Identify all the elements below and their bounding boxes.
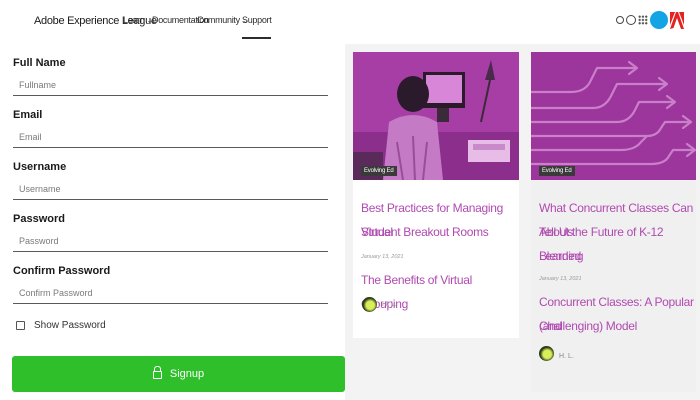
nav-item-support[interactable]: Support: [242, 15, 272, 39]
category-tag[interactable]: Evolving Ed: [539, 166, 575, 176]
globe-icon[interactable]: [626, 15, 636, 25]
nav-item-learn[interactable]: Learn ⌄: [123, 15, 153, 25]
user-avatar[interactable]: [650, 11, 668, 29]
show-password-checkbox[interactable]: [16, 321, 25, 330]
signup-button-label: Signup: [169, 368, 205, 380]
nav-item-community-label: Community: [197, 15, 240, 25]
arrows-illustration: [531, 52, 696, 180]
author-avatar: [362, 297, 377, 312]
full-name-label: Full Name: [13, 57, 66, 69]
article-title-line[interactable]: Learning: [539, 244, 584, 268]
article-date: January 13, 2021: [539, 276, 582, 282]
author-name: H. L.: [382, 301, 397, 308]
nav-item-learn-label: Learn: [123, 15, 145, 25]
author-avatar: [539, 346, 554, 361]
username-input[interactable]: [13, 178, 328, 200]
username-label: Username: [13, 161, 67, 173]
full-name-input[interactable]: [13, 74, 328, 96]
article-title-secondary[interactable]: The Benefits of Virtual Grouping: [361, 268, 519, 316]
lock-icon: [152, 366, 162, 379]
password-label: Password: [13, 213, 65, 225]
email-label: Email: [13, 109, 43, 121]
show-password-label[interactable]: Show Password: [34, 320, 106, 331]
article-title-line[interactable]: Student Breakout Rooms: [361, 220, 489, 244]
email-input[interactable]: [13, 126, 328, 148]
student-computer-illustration: [353, 52, 519, 180]
confirm-password-input[interactable]: [13, 282, 328, 304]
article-date: January 13, 2021: [361, 254, 404, 260]
top-nav: Adobe Experience League Learn ⌄ Documenta…: [0, 0, 700, 44]
author-name: H. L.: [559, 353, 574, 360]
article-image[interactable]: Evolving Ed: [531, 52, 696, 180]
search-icon[interactable]: [616, 16, 624, 24]
apps-grid-icon[interactable]: [638, 15, 648, 25]
article-card-1: Evolving Ed Best Practices for Managing …: [353, 52, 519, 338]
signup-button[interactable]: Signup: [12, 356, 345, 392]
article-title-secondary[interactable]: Challenging) Model: [539, 314, 637, 338]
page: Adobe Experience League Learn ⌄ Documenta…: [0, 0, 700, 400]
category-tag[interactable]: Evolving Ed: [361, 166, 397, 176]
nav-item-community[interactable]: Community ⌄: [197, 15, 249, 25]
article-image[interactable]: Evolving Ed: [353, 52, 519, 180]
password-input[interactable]: [13, 230, 328, 252]
article-card-2: Evolving Ed What Concurrent Classes Can …: [531, 52, 696, 392]
adobe-logo-icon: [670, 12, 684, 29]
confirm-password-label: Confirm Password: [13, 265, 111, 277]
signup-form: Full Name Email Username Password Confir…: [0, 44, 345, 400]
header-icons: [616, 11, 684, 29]
